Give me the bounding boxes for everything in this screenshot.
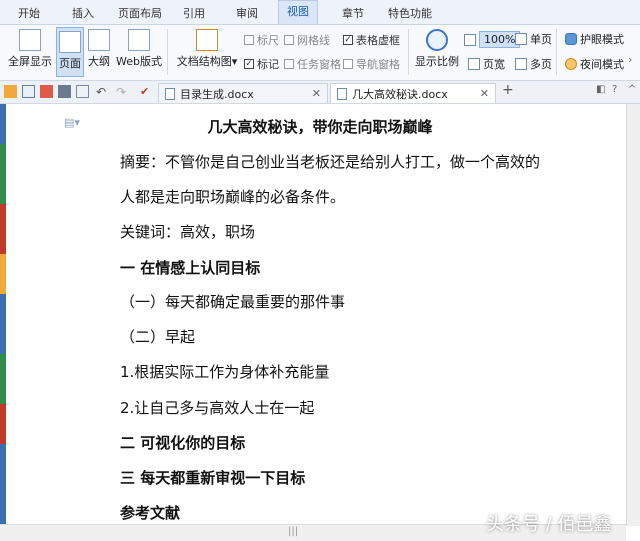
menu-view[interactable]: 视图 — [278, 0, 318, 24]
watermark-text: 头条号 / 佰邑鑫 — [486, 514, 612, 535]
night-mode-button[interactable]: 夜间模式 — [565, 56, 624, 72]
print-preview-icon[interactable] — [76, 85, 89, 98]
menu-bar: 开始 插入 页面布局 引用 审阅 视图 章节 特色功能 — [0, 0, 640, 25]
subheading-1-1: （一）每天都确定最重要的那件事 — [120, 293, 346, 311]
checkbox-icon — [284, 59, 294, 69]
checkbox-icon — [343, 59, 353, 69]
eye-shield-icon — [565, 33, 577, 45]
menu-page-layout[interactable]: 页面布局 — [118, 5, 162, 21]
eye-mode-button[interactable]: 护眼模式 — [565, 31, 624, 47]
menu-insert[interactable]: 插入 — [72, 5, 94, 21]
page-width-button[interactable]: 页宽 — [468, 56, 505, 72]
collapse-ribbon-icon[interactable]: ^ — [628, 84, 636, 95]
single-page-button[interactable]: 单页 — [515, 31, 552, 47]
checkbox-icon — [284, 35, 294, 45]
list-item-1: 1.根据实际工作为身体补充能量 — [120, 363, 330, 381]
page-width-icon — [468, 58, 480, 70]
web-layout-button[interactable]: Web版式 — [116, 29, 162, 69]
print-icon[interactable] — [58, 85, 71, 98]
references-heading: 参考文献 — [120, 504, 181, 522]
menu-review[interactable]: 审阅 — [236, 5, 258, 21]
save-icon[interactable] — [22, 85, 35, 98]
undo-icon[interactable]: ↶ — [96, 85, 106, 99]
close-tab-icon[interactable]: ✕ — [480, 87, 489, 100]
chevron-down-icon: ▾ — [231, 55, 238, 68]
redo-icon[interactable]: ↷ — [116, 85, 126, 99]
open-folder-icon[interactable] — [4, 85, 17, 98]
pin-icon[interactable]: ✔ — [140, 85, 149, 98]
moon-icon — [565, 58, 577, 70]
left-color-strip — [0, 104, 6, 524]
checkbox-checked-icon: ✓ — [343, 35, 353, 45]
checkbox-checked-icon: ✓ — [244, 59, 254, 69]
fullscreen-icon — [19, 29, 41, 51]
checkbox-icon — [244, 35, 254, 45]
gridlines-checkbox[interactable]: 网格线 — [284, 32, 330, 48]
ribbon-scroll-arrow[interactable]: › — [628, 53, 632, 66]
new-tab-icon[interactable]: + — [502, 82, 514, 98]
page-view-button[interactable]: 页面 — [56, 27, 84, 77]
outline-button[interactable]: 大纲 — [86, 29, 112, 69]
zoom-100-icon — [464, 33, 476, 46]
settings-icon[interactable]: ◧ — [596, 84, 605, 95]
menu-references[interactable]: 引用 — [183, 5, 205, 21]
heading-2: 二 可视化你的目标 — [120, 434, 246, 452]
ruler-checkbox[interactable]: 标尺 — [244, 32, 279, 48]
scroll-grip-icon: ||| — [288, 526, 299, 537]
tab-bar: ↶ ↷ ✔ 目录生成.docx ✕ 几大高效秘诀.docx ✕ + ◧ ? ^ — [0, 81, 640, 104]
vertical-scrollbar[interactable] — [626, 104, 640, 526]
subheading-1-2: （二）早起 — [120, 328, 196, 346]
close-tab-icon[interactable]: ✕ — [312, 87, 321, 100]
list-item-2: 2.让自己多与高效人士在一起 — [120, 399, 315, 417]
zoom-button[interactable]: 显示比例 — [414, 29, 460, 69]
help-icon[interactable]: ? — [612, 84, 617, 95]
magnifier-icon — [426, 29, 448, 51]
outline-icon — [88, 29, 110, 51]
doc-map-button[interactable]: 文档结构图▾ — [176, 29, 238, 69]
document-icon — [165, 87, 175, 100]
tab-document-2[interactable]: 几大高效秘诀.docx ✕ — [330, 83, 496, 103]
export-pdf-icon[interactable] — [40, 85, 53, 98]
abstract-line-1: 摘要：不管你是自己创业当老板还是给别人打工，做一个高效的 — [120, 153, 541, 171]
ribbon: 全屏显示 页面 大纲 Web版式 文档结构图▾ 标尺 网格线 ✓ 表格虚框 ✓ 标记… — [0, 25, 640, 81]
multi-page-button[interactable]: 多页 — [515, 56, 552, 72]
heading-3: 三 每天都重新审视一下目标 — [120, 469, 306, 487]
heading-1: 一 在情感上认同目标 — [120, 259, 261, 277]
document-icon — [337, 87, 347, 100]
page-view-icon — [59, 31, 81, 53]
document-page[interactable]: ▤▾ 几大高效秘诀，带你走向职场巅峰 摘要：不管你是自己创业当老板还是给别人打工… — [20, 104, 620, 524]
table-gridlines-checkbox[interactable]: ✓ 表格虚框 — [343, 32, 400, 48]
ribbon-separator — [556, 29, 557, 75]
fullscreen-button[interactable]: 全屏显示 — [6, 29, 54, 69]
doc-map-icon — [196, 29, 218, 51]
tab-document-1[interactable]: 目录生成.docx ✕ — [158, 83, 328, 103]
multi-page-icon — [515, 58, 527, 70]
nav-pane-checkbox[interactable]: 导航窗格 — [343, 56, 400, 72]
menu-special[interactable]: 特色功能 — [388, 5, 432, 21]
menu-home[interactable]: 开始 — [18, 5, 40, 21]
task-pane-checkbox[interactable]: 任务窗格 — [284, 56, 341, 72]
single-page-icon — [515, 33, 527, 45]
ribbon-separator — [408, 29, 409, 75]
abstract-line-2: 人都是走向职场巅峰的必备条件。 — [120, 188, 346, 206]
menu-chapter[interactable]: 章节 — [342, 5, 364, 21]
document-title: 几大高效秘诀，带你走向职场巅峰 — [207, 118, 433, 136]
zoom-100-button[interactable]: 100% — [464, 31, 521, 48]
keywords-line: 关键词：高效，职场 — [120, 223, 256, 241]
marks-checkbox[interactable]: ✓ 标记 — [244, 56, 279, 72]
ribbon-separator — [167, 29, 168, 75]
web-layout-icon — [128, 29, 150, 51]
